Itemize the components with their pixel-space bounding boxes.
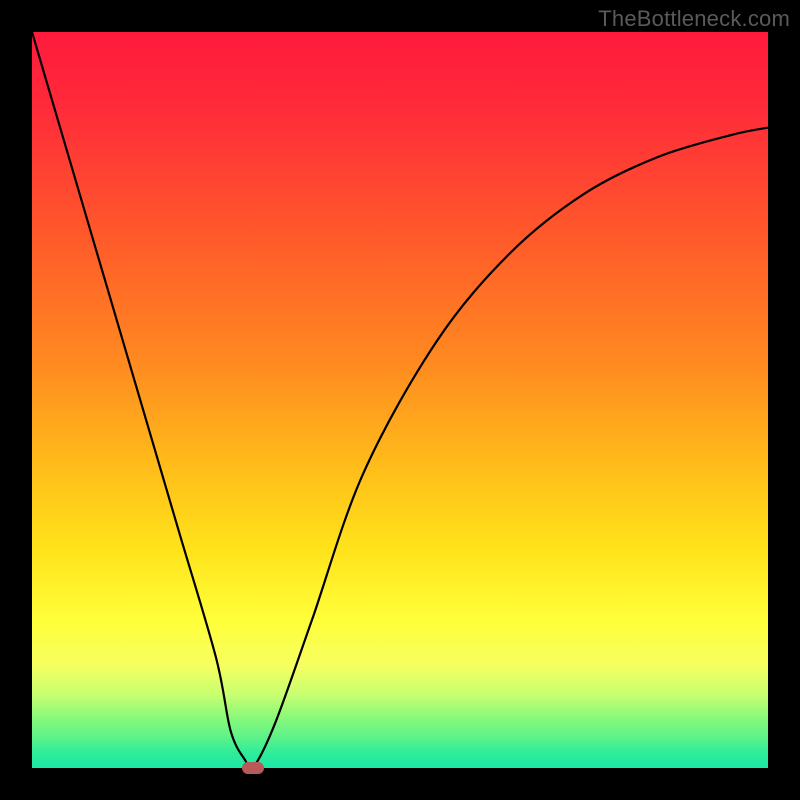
bottleneck-curve bbox=[32, 32, 768, 768]
watermark-text: TheBottleneck.com bbox=[598, 6, 790, 32]
optimum-marker bbox=[242, 762, 264, 774]
chart-frame: TheBottleneck.com bbox=[0, 0, 800, 800]
plot-area bbox=[32, 32, 768, 768]
curve-svg bbox=[32, 32, 768, 768]
